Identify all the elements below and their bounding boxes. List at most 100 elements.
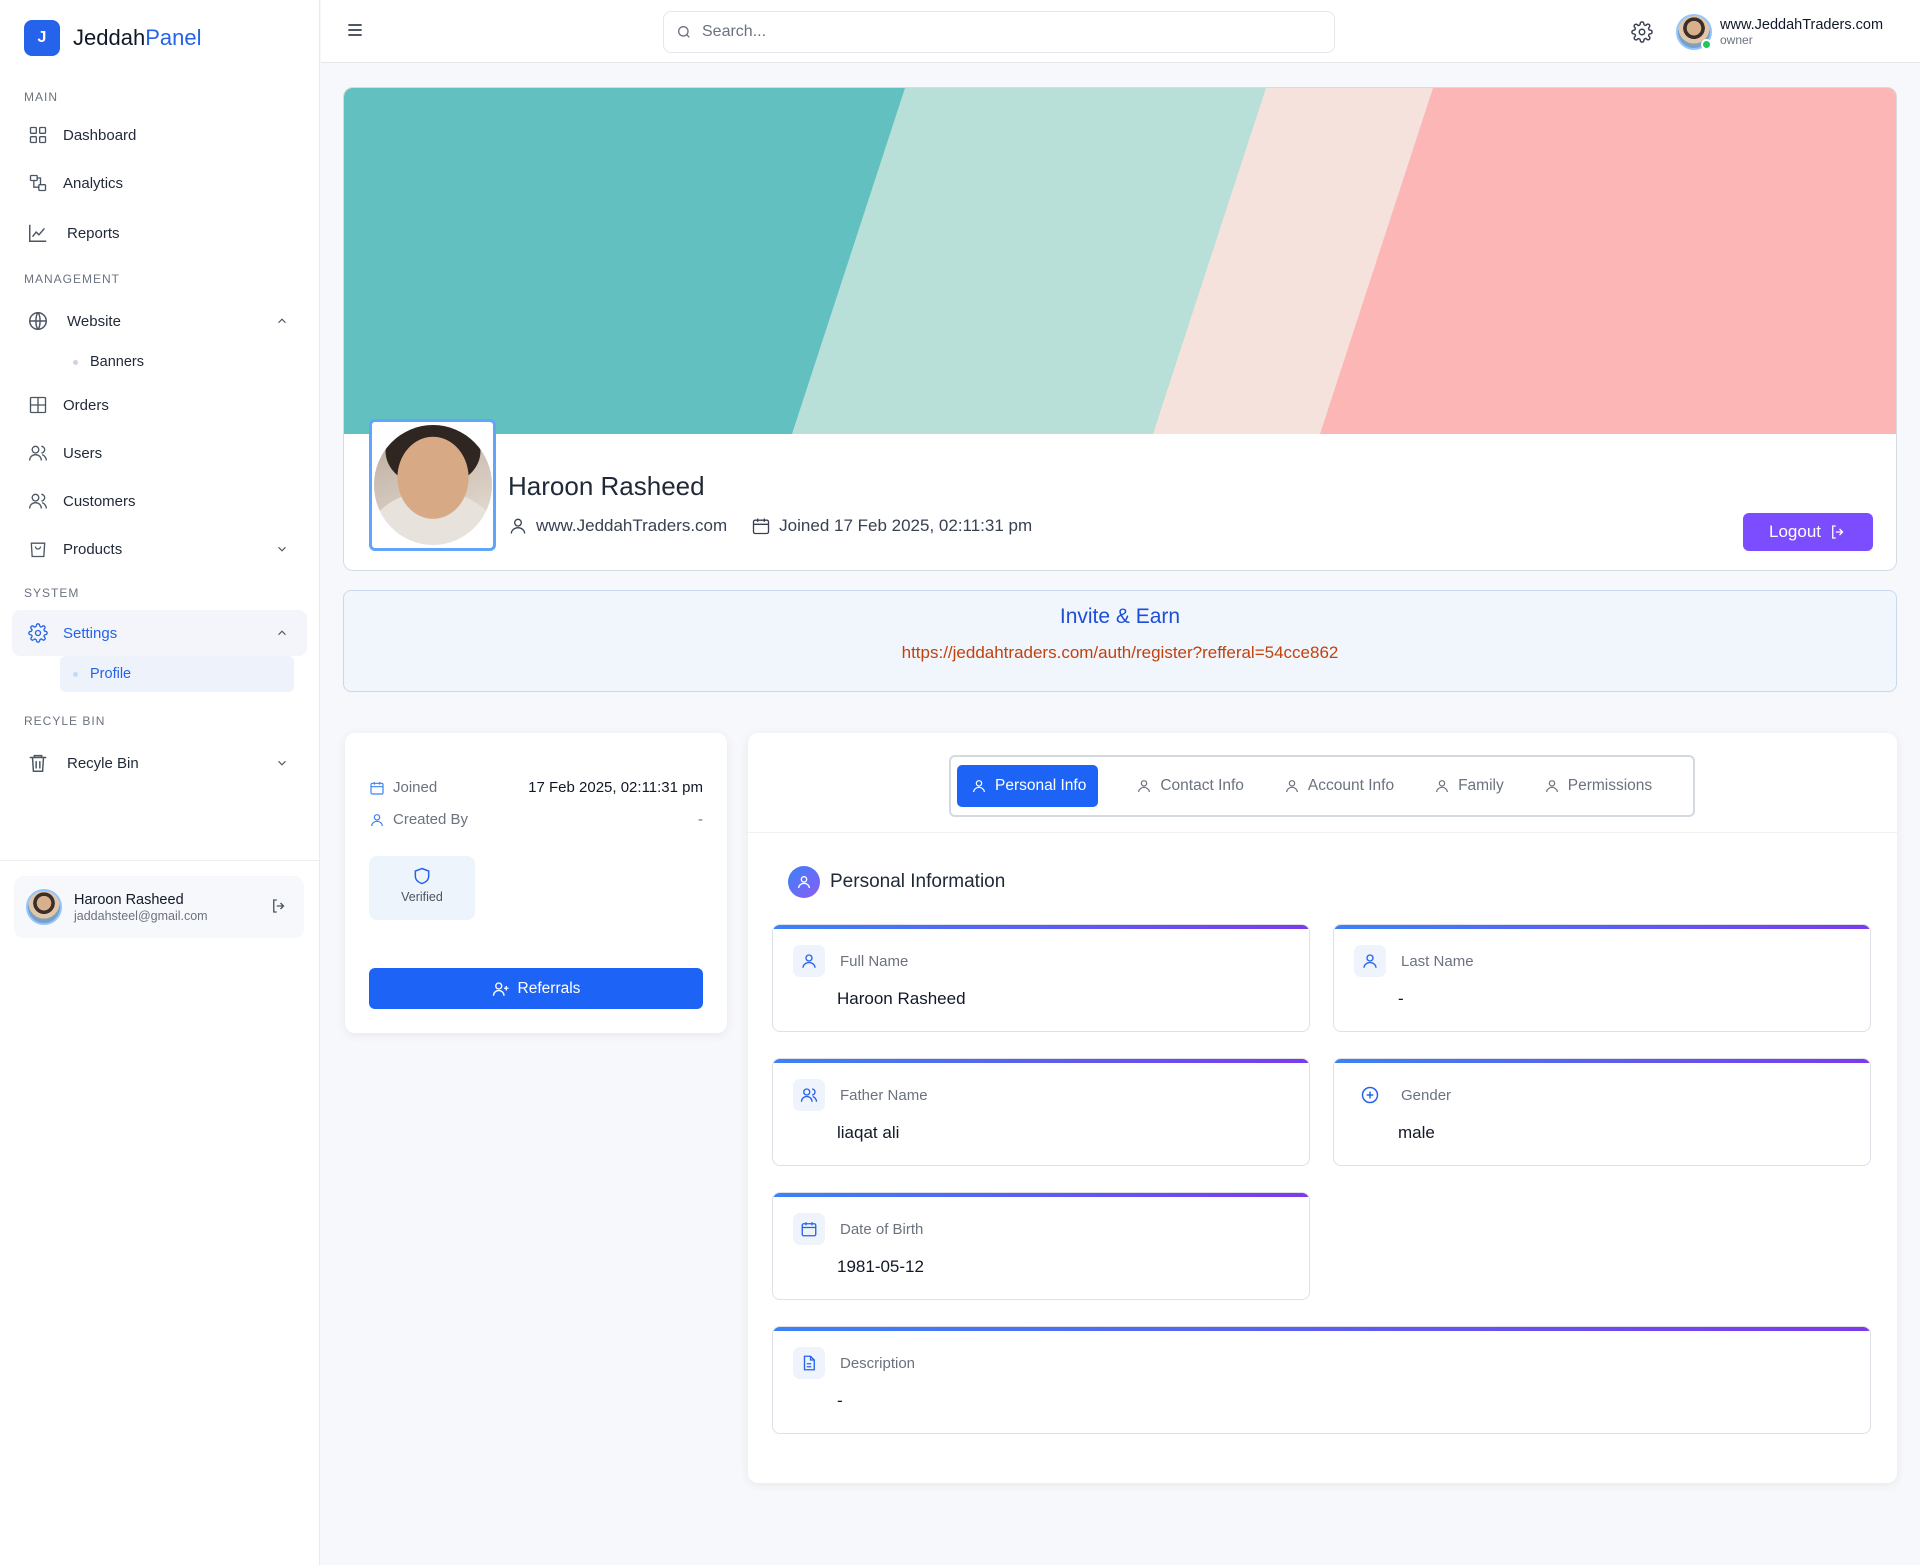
profile-joined: Joined 17 Feb 2025, 02:11:31 pm xyxy=(779,516,1033,535)
referrals-button[interactable]: Referrals xyxy=(369,968,703,1009)
sidebar-item-label: Users xyxy=(63,444,103,462)
invite-referral-link[interactable]: https://jeddahtraders.com/auth/register?… xyxy=(344,643,1896,663)
user-icon xyxy=(971,778,987,794)
tab-label: Account Info xyxy=(1307,777,1395,794)
logout-icon[interactable] xyxy=(270,897,288,915)
sidebar-item-label: Settings xyxy=(63,624,118,642)
user-icon xyxy=(1354,945,1386,977)
profile-name: Haroon Rasheed xyxy=(508,471,705,501)
sidebar-item-label: Orders xyxy=(63,396,109,414)
tab-permissions[interactable]: Permissions xyxy=(1524,765,1672,807)
field-value: Haroon Rasheed xyxy=(837,989,966,1008)
brand[interactable]: J JeddahPanel xyxy=(0,0,319,76)
customers-icon xyxy=(27,490,49,512)
cover-banner xyxy=(344,88,1896,434)
field-value: - xyxy=(837,1391,843,1410)
sidebar-item-customers[interactable]: Customers xyxy=(0,478,319,524)
created-by-row: Created By - xyxy=(369,811,703,828)
tab-label: Family xyxy=(1458,777,1504,794)
sidebar-item-settings[interactable]: Settings xyxy=(12,610,307,656)
field-label: Description xyxy=(840,1355,916,1372)
sidebar-item-dashboard[interactable]: Dashboard xyxy=(0,112,319,158)
field-full-name: Full Name Haroon Rasheed xyxy=(772,924,1310,1032)
brand-logo: J xyxy=(24,20,60,56)
divider xyxy=(0,860,320,861)
users-icon xyxy=(27,442,49,464)
users-icon xyxy=(793,1079,825,1111)
sidebar-subitem-banners[interactable]: Banners xyxy=(60,344,294,380)
sidebar-subitem-label: Banners xyxy=(90,354,145,370)
user-icon xyxy=(793,945,825,977)
profile-photo[interactable] xyxy=(369,419,496,551)
created-by-value: - xyxy=(698,811,703,828)
field-gender: Gender male xyxy=(1333,1058,1871,1166)
nav-section-recycle: RECYLE BIN xyxy=(24,714,106,728)
header-user-menu[interactable]: www.JeddahTraders.com owner xyxy=(1676,14,1883,50)
user-icon xyxy=(1544,778,1560,794)
nav-section-management: MANAGEMENT xyxy=(24,272,121,286)
divider xyxy=(748,832,1897,833)
bullet-dot xyxy=(73,671,78,677)
calendar-icon xyxy=(369,780,385,796)
account-summary-card: Joined 17 Feb 2025, 02:11:31 pm Created … xyxy=(345,733,727,1033)
sidebar-item-reports[interactable]: Reports xyxy=(0,210,319,256)
brand-name: JeddahPanel xyxy=(73,25,202,50)
sidebar-item-website[interactable]: Website xyxy=(0,298,319,344)
tab-contact-info[interactable]: Contact Info xyxy=(1116,765,1264,807)
sidebar-item-label: Products xyxy=(63,540,123,558)
field-label: Date of Birth xyxy=(840,1221,924,1238)
grid-icon xyxy=(27,394,49,416)
search-box xyxy=(663,11,1335,53)
sidebar-item-label: Dashboard xyxy=(63,126,137,144)
user-icon xyxy=(1284,778,1300,794)
user-icon xyxy=(1434,778,1450,794)
profile-details-card: Personal Info Contact Info Account Info … xyxy=(748,733,1897,1483)
sidebar-item-orders[interactable]: Orders xyxy=(0,382,319,428)
shopping-bag-icon xyxy=(27,538,49,560)
verified-badge: Verified xyxy=(369,856,475,920)
sidebar-user-card[interactable]: Haroon Rasheed jaddahsteel@gmail.com xyxy=(14,876,304,938)
nav-section-system: SYSTEM xyxy=(24,586,80,600)
nav-section-main: MAIN xyxy=(24,90,58,104)
referrals-label: Referrals xyxy=(517,979,581,997)
online-status-dot xyxy=(1701,39,1712,50)
sidebar-item-analytics[interactable]: Analytics xyxy=(0,160,319,206)
tab-account-info[interactable]: Account Info xyxy=(1264,765,1414,807)
sidebar-subitem-profile[interactable]: Profile xyxy=(60,656,294,692)
search-input[interactable] xyxy=(702,23,1302,41)
field-father-name: Father Name liaqat ali xyxy=(772,1058,1310,1166)
field-last-name: Last Name - xyxy=(1333,924,1871,1032)
tab-label: Personal Info xyxy=(995,777,1087,794)
sidebar-item-label: Recyle Bin xyxy=(67,754,139,772)
sidebar-item-label: Analytics xyxy=(63,174,124,192)
sidebar-user-name: Haroon Rasheed xyxy=(74,891,184,908)
profile-header-card: Haroon Rasheed www.JeddahTraders.com Joi… xyxy=(343,87,1897,571)
trash-icon xyxy=(27,752,49,774)
user-icon xyxy=(369,812,385,828)
chevron-down-icon xyxy=(275,756,289,770)
tab-label: Permissions xyxy=(1567,777,1653,794)
hamburger-menu-icon[interactable] xyxy=(345,20,365,40)
sidebar-item-users[interactable]: Users xyxy=(0,430,319,476)
field-value: male xyxy=(1398,1123,1435,1142)
tab-personal-info[interactable]: Personal Info xyxy=(957,765,1099,807)
header-user-name: www.JeddahTraders.com xyxy=(1720,17,1884,33)
profile-meta: www.JeddahTraders.com Joined 17 Feb 2025… xyxy=(508,516,1032,536)
field-value: 1981-05-12 xyxy=(837,1257,924,1276)
sidebar-item-label: Reports xyxy=(67,224,120,242)
sidebar-item-products[interactable]: Products xyxy=(0,526,319,572)
sidebar-item-recycle-bin[interactable]: Recyle Bin xyxy=(0,740,319,786)
calendar-icon xyxy=(793,1213,825,1245)
tab-family[interactable]: Family xyxy=(1414,765,1524,807)
personal-info-heading: Personal Information xyxy=(788,866,1005,898)
sidebar-user-info: Haroon Rasheed jaddahsteel@gmail.com xyxy=(74,892,208,923)
field-label: Father Name xyxy=(840,1087,928,1104)
profile-photo-image xyxy=(373,425,492,545)
tab-label: Contact Info xyxy=(1160,777,1244,794)
user-icon xyxy=(1136,778,1152,794)
field-label: Gender xyxy=(1401,1087,1452,1104)
chart-icon xyxy=(27,222,49,244)
logout-button[interactable]: Logout xyxy=(1743,513,1873,551)
field-value: liaqat ali xyxy=(837,1123,900,1142)
settings-gear-icon[interactable] xyxy=(1631,21,1653,43)
